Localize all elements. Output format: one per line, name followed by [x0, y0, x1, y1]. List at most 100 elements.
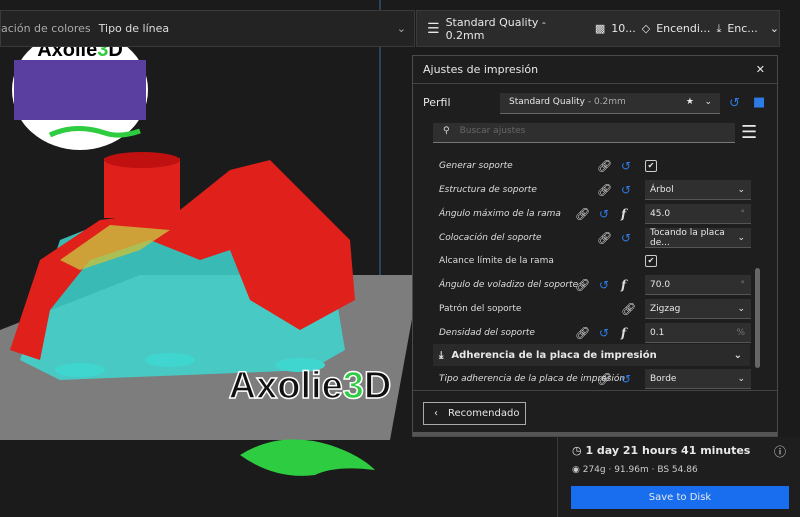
adhesion-summary: Enc... [727, 22, 758, 35]
support-pattern-select[interactable]: Zigzag ⌄ [645, 299, 751, 319]
info-icon[interactable]: ⓘ [774, 443, 786, 460]
select-value: Árbol [650, 184, 674, 195]
support-placement-select[interactable]: Tocando la placa de... ⌄ [645, 228, 751, 248]
print-setup-toolbar[interactable]: ☰ Standard Quality - 0.2mm ▩ 10... ◇ Enc… [416, 10, 780, 47]
support-structure-select[interactable]: Árbol ⌄ [645, 180, 751, 200]
infill-summary: 10... [611, 22, 636, 35]
setting-row: Ángulo de voladizo del soporte 🔗︎ ↺ f 70.0 ° [439, 274, 751, 296]
input-value: 0.1 [650, 327, 665, 338]
select-value: Zigzag [650, 303, 681, 314]
spool-icon: ◉ [572, 465, 580, 475]
support-summary: Encendi... [656, 22, 711, 35]
link-icon: 🔗︎ [575, 326, 591, 340]
reset-icon[interactable]: ↺ [599, 207, 609, 221]
setting-row: Alcance límite de la rama ✔ [439, 250, 749, 272]
profile-dropdown[interactable]: Standard Quality - 0.2mm ★ ⌄ [500, 93, 720, 114]
unit: % [736, 327, 745, 338]
setting-label: Ángulo máximo de la rama [439, 209, 561, 219]
resize-handle[interactable] [413, 432, 777, 436]
panel-title: Ajustes de impresión [423, 63, 539, 76]
chevron-down-icon: ⌄ [737, 232, 745, 243]
chevron-down-icon: ⌄ [737, 373, 745, 384]
chevron-down-icon: ⌄ [733, 349, 742, 361]
setting-label: Ángulo de voladizo del soporte [439, 280, 579, 290]
watermark-text: Axolie3D [229, 365, 392, 407]
profile-layer: - 0.2mm [584, 97, 626, 107]
input-value: 45.0 [650, 208, 671, 219]
overhang-angle-input[interactable]: 70.0 ° [645, 275, 751, 295]
section-adhesion-header[interactable]: ⤓ Adherencia de la placa de impresión ⌄ [433, 344, 750, 366]
link-icon: 🔗︎ [597, 372, 613, 386]
material-estimate: 274g · 91.96m · BS 54.86 [582, 465, 698, 475]
recommended-button[interactable]: ‹ Recomendado [423, 402, 526, 425]
branch-reach-checkbox[interactable]: ✔ [645, 255, 657, 267]
close-icon[interactable]: ✕ [756, 63, 765, 76]
profile-summary: Standard Quality - 0.2mm [445, 15, 546, 42]
clock-icon: ◷ [572, 444, 582, 457]
branch-angle-input[interactable]: 45.0 ° [645, 204, 751, 224]
link-icon: 🔗︎ [621, 302, 637, 316]
setting-label: Generar soporte [439, 161, 513, 171]
generate-support-checkbox[interactable]: ✔ [645, 160, 657, 172]
print-estimate-panel: ◷ 1 day 21 hours 41 minutes ⓘ ◉ 274g · 9… [557, 437, 800, 517]
menu-icon[interactable]: ☰ [741, 122, 757, 143]
profile-name: Standard Quality [509, 97, 585, 107]
search-icon: ⚲ [443, 126, 450, 136]
function-icon: f [621, 207, 627, 221]
link-icon: 🔗︎ [597, 231, 613, 245]
support-icon: ◇ [641, 22, 651, 35]
chevron-down-icon: ⌄ [396, 22, 406, 35]
reset-profile-icon[interactable]: ↺ [729, 96, 740, 111]
save-to-disk-button[interactable]: Save to Disk [571, 486, 789, 509]
support-density-input[interactable]: 0.1% [645, 323, 751, 343]
scrollbar[interactable] [755, 268, 760, 368]
search-settings-input[interactable]: ⚲ Buscar ajustes [433, 123, 735, 143]
setting-row: Patrón del soporte 🔗︎ Zigzag ⌄ [439, 298, 751, 320]
setting-row: Ángulo máximo de la rama 🔗︎ ↺ f 45.0 ° [439, 203, 751, 225]
setting-label: Densidad del soporte [439, 328, 535, 338]
logo-badge: Axolie3D [12, 30, 148, 150]
reset-icon[interactable]: ↺ [621, 159, 631, 173]
link-icon: 🔗︎ [597, 183, 613, 197]
adhesion-icon: ⤓ [716, 21, 722, 35]
setting-row: Tipo adherencia de la placa de impresión… [439, 368, 751, 390]
color-scheme-value: Tipo de línea [98, 22, 170, 35]
view-type-selector[interactable]: ación de colores Tipo de línea ⌄ [0, 10, 415, 47]
function-icon: f [621, 278, 627, 292]
setting-label: Alcance límite de la rama [439, 256, 554, 266]
setting-label: Colocación del soporte [439, 233, 542, 243]
chevron-down-icon: ⌄ [769, 22, 779, 35]
setting-row: Generar soporte 🔗︎ ↺ ✔ [439, 155, 749, 177]
search-placeholder: Buscar ajustes [459, 126, 526, 136]
setting-label: Estructura de soporte [439, 185, 537, 195]
reset-icon[interactable]: ↺ [599, 278, 609, 292]
select-value: Tocando la placa de... [650, 227, 725, 248]
setting-row: Densidad del soporte 🔗︎ ↺ f 0.1% [439, 322, 751, 344]
setting-label: Patrón del soporte [439, 304, 522, 314]
chevron-left-icon: ‹ [434, 408, 438, 419]
reset-icon[interactable]: ↺ [621, 183, 631, 197]
chevron-down-icon: ⌄ [737, 303, 745, 314]
star-icon[interactable]: ★ [686, 97, 694, 107]
unit: ° [740, 208, 746, 219]
link-icon: 🔗︎ [597, 159, 613, 173]
reset-icon[interactable]: ↺ [621, 231, 631, 245]
infill-icon: ▩ [594, 22, 606, 35]
setting-row: Colocación del soporte 🔗︎ ↺ Tocando la plac… [439, 227, 751, 249]
unit: ° [740, 279, 746, 290]
link-icon: 🔗︎ [575, 207, 591, 221]
adhesion-icon: ⤓ [439, 349, 444, 361]
chevron-down-icon: ⌄ [737, 184, 745, 195]
save-icon[interactable]: ■ [753, 95, 765, 110]
reset-icon[interactable]: ↺ [599, 326, 609, 340]
reset-icon[interactable]: ↺ [621, 372, 631, 386]
recommended-label: Recomendado [448, 408, 520, 419]
select-value: Borde [650, 373, 677, 384]
profile-label: Perfil [423, 96, 451, 109]
print-time: 1 day 21 hours 41 minutes [585, 444, 751, 457]
section-title: Adherencia de la placa de impresión [451, 349, 657, 361]
chevron-down-icon: ⌄ [704, 97, 712, 107]
function-icon: f [621, 326, 627, 340]
adhesion-type-select[interactable]: Borde ⌄ [645, 369, 751, 389]
setting-row: Estructura de soporte 🔗︎ ↺ Árbol ⌄ [439, 179, 751, 201]
